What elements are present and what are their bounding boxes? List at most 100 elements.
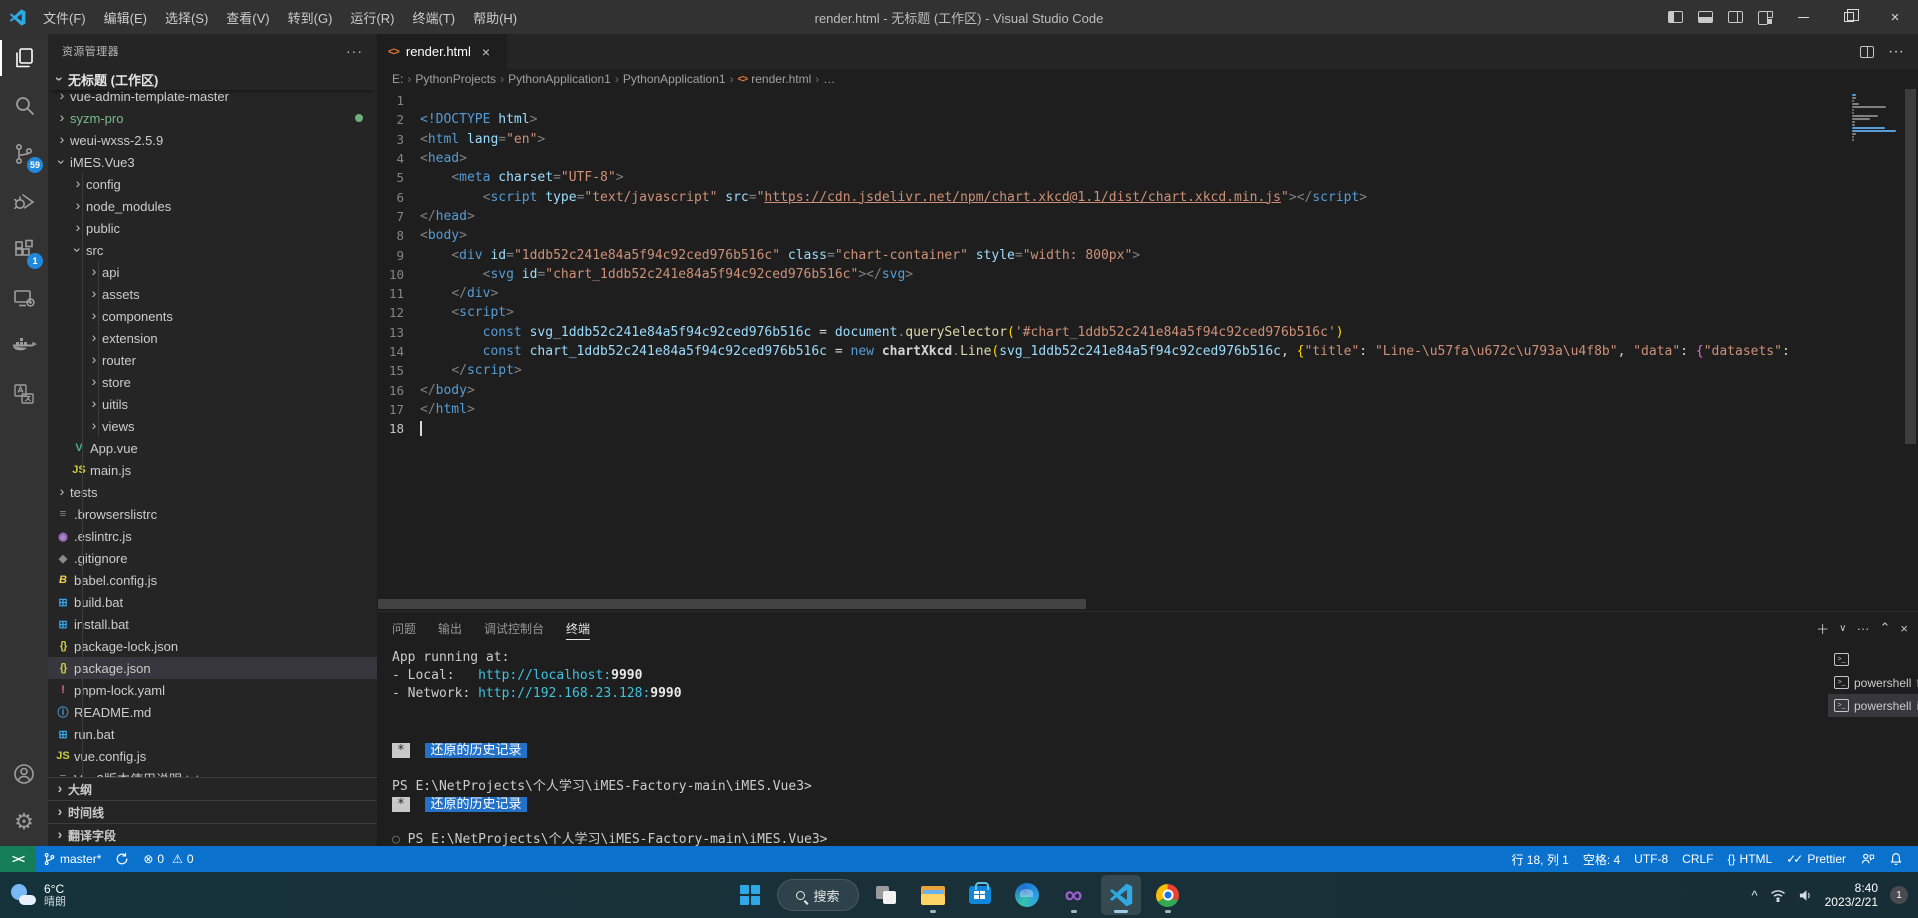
terminal-instance-2[interactable]: >_powershellfr…	[1828, 671, 1918, 694]
remote-indicator[interactable]: ><	[0, 846, 36, 872]
breadcrumb-symbol-tail[interactable]: …	[823, 72, 835, 86]
explorer-icon[interactable]	[0, 34, 48, 82]
tree-item-gitignore[interactable]: ◆.gitignore	[48, 547, 377, 569]
encoding[interactable]: UTF-8	[1627, 846, 1675, 872]
extensions-icon[interactable]: 1	[0, 226, 48, 274]
settings-gear-icon[interactable]: ⚙	[0, 798, 48, 846]
menu-g[interactable]: 转到(G)	[279, 0, 342, 34]
speaker-icon[interactable]	[1798, 889, 1813, 902]
breadcrumb[interactable]: E:›PythonProjects›PythonApplication1›Pyt…	[378, 69, 1918, 89]
tree-item-vue-admin-template-master[interactable]: ›vue-admin-template-master	[48, 90, 377, 107]
menu-v[interactable]: 查看(V)	[217, 0, 278, 34]
panel-tab-item[interactable]: 调试控制台	[484, 612, 544, 644]
panel-tab-item[interactable]: 终端	[566, 612, 590, 644]
tree-item-vue3-txt[interactable]: ≡Vue3版本使用说明.txt	[48, 767, 377, 777]
tree-item-browserslistrc[interactable]: ≡.browserslistrc	[48, 503, 377, 525]
tree-item-syzm-pro[interactable]: ›syzm-pro	[48, 107, 377, 129]
new-terminal-icon[interactable]: ＋	[1816, 619, 1829, 638]
eol-sequence[interactable]: CRLF	[1675, 846, 1720, 872]
language-mode[interactable]: {} HTML	[1721, 846, 1780, 872]
tree-item-run-bat[interactable]: ⊞run.bat	[48, 723, 377, 745]
panel-tab-item[interactable]: 问题	[392, 612, 416, 644]
editor-more-actions-icon[interactable]: ···	[1888, 43, 1904, 61]
taskbar-search[interactable]: 搜索	[777, 879, 858, 911]
terminal-output[interactable]: App running at:- Local: http://localhost…	[378, 644, 1828, 846]
breadcrumb-file[interactable]: render.html	[751, 72, 811, 86]
panel-more-icon[interactable]: ···	[1857, 621, 1870, 636]
tree-item-imes-vue3[interactable]: ›iMES.Vue3	[48, 151, 377, 173]
task-view-button[interactable]	[866, 875, 906, 915]
menu-s[interactable]: 选择(S)	[156, 0, 217, 34]
source-control-icon[interactable]: 59	[0, 130, 48, 178]
tree-item-package-json[interactable]: {}package.json	[48, 657, 377, 679]
close-panel-icon[interactable]: ×	[1900, 621, 1908, 636]
tree-item-install-bat[interactable]: ⊞install.bat	[48, 613, 377, 635]
vscode-button[interactable]	[1101, 875, 1141, 915]
tree-item-vue-config-js[interactable]: JSvue.config.js	[48, 745, 377, 767]
split-editor-icon[interactable]	[1860, 46, 1874, 58]
menu-t[interactable]: 终端(T)	[403, 0, 464, 34]
remote-explorer-icon[interactable]	[0, 274, 48, 322]
tree-item-babel-config-js[interactable]: Bbabel.config.js	[48, 569, 377, 591]
maximize-panel-icon[interactable]: ⌃	[1880, 620, 1891, 636]
terminal-dropdown-icon[interactable]: ∨	[1839, 623, 1846, 634]
microsoft-store-button[interactable]	[960, 875, 1000, 915]
chrome-button[interactable]	[1148, 875, 1188, 915]
menu-e[interactable]: 编辑(E)	[95, 0, 156, 34]
minimize-button[interactable]	[1780, 0, 1826, 34]
tree-item-pnpm-lock-yaml[interactable]: !pnpm-lock.yaml	[48, 679, 377, 701]
workspace-header[interactable]: › 无标题 (工作区)	[48, 68, 377, 90]
minimap[interactable]	[1852, 91, 1900, 147]
section-item[interactable]: ›大纲	[48, 777, 377, 800]
indentation[interactable]: 空格: 4	[1576, 846, 1627, 872]
horizontal-scrollbar[interactable]	[378, 599, 1086, 609]
restore-button[interactable]	[1826, 0, 1872, 34]
taskbar-clock[interactable]: 8:40 2023/2/21	[1825, 881, 1878, 909]
tree-item-config[interactable]: ›config	[48, 173, 377, 195]
section-item[interactable]: ›时间线	[48, 800, 377, 823]
accounts-icon[interactable]	[0, 750, 48, 798]
formatter-status[interactable]: ✓✓ Prettier	[1779, 846, 1853, 872]
terminal-instance-1[interactable]: >_	[1828, 648, 1918, 671]
tree-item-eslintrc-js[interactable]: ◉.eslintrc.js	[48, 525, 377, 547]
explorer-more-icon[interactable]: ···	[346, 43, 363, 59]
breadcrumb-pythonapplication1[interactable]: PythonApplication1	[623, 72, 726, 86]
panel-tab-item[interactable]: 输出	[438, 612, 462, 644]
problems-status[interactable]: ⊗0 ⚠0	[136, 846, 200, 872]
tree-item-readme-md[interactable]: ⓘREADME.md	[48, 701, 377, 723]
tree-item-src[interactable]: ›src	[48, 239, 377, 261]
breadcrumb-pythonapplication1[interactable]: PythonApplication1	[508, 72, 611, 86]
weather-widget[interactable]: 6°C 晴朗	[10, 882, 66, 909]
breadcrumb-e[interactable]: E:	[392, 72, 403, 86]
code-editor[interactable]: 12<!DOCTYPE html>3<html lang="en">4<head…	[378, 89, 1918, 611]
edge-button[interactable]	[1007, 875, 1047, 915]
breadcrumb-pythonprojects[interactable]: PythonProjects	[415, 72, 496, 86]
sync-button[interactable]	[108, 846, 136, 872]
feedback-button[interactable]	[1853, 846, 1882, 872]
notification-count-badge[interactable]: 1	[1890, 886, 1908, 904]
toggle-sidebar-icon[interactable]	[1660, 0, 1690, 34]
terminal-instance-3[interactable]: >_powershelli…	[1828, 694, 1918, 717]
tree-item-weui-wxss-2-5-9[interactable]: ›weui-wxss-2.5.9	[48, 129, 377, 151]
tree-item-main-js[interactable]: JSmain.js	[48, 459, 377, 481]
menu-h[interactable]: 帮助(H)	[464, 0, 526, 34]
menu-r[interactable]: 运行(R)	[341, 0, 403, 34]
git-branch[interactable]: master*	[36, 846, 108, 872]
menu-f[interactable]: 文件(F)	[34, 0, 95, 34]
cursor-position[interactable]: 行 18, 列 1	[1504, 846, 1575, 872]
translate-icon[interactable]	[0, 370, 48, 418]
tab-close-icon[interactable]: ×	[482, 44, 490, 60]
tab-render-html[interactable]: <> render.html ×	[378, 34, 508, 69]
close-button[interactable]: ×	[1872, 0, 1918, 34]
tree-item-public[interactable]: ›public	[48, 217, 377, 239]
docker-icon[interactable]	[0, 322, 48, 370]
tree-item-tests[interactable]: ›tests	[48, 481, 377, 503]
tree-item-build-bat[interactable]: ⊞build.bat	[48, 591, 377, 613]
customize-layout-icon[interactable]	[1750, 0, 1780, 34]
start-button[interactable]	[730, 875, 770, 915]
visual-studio-button[interactable]: ∞	[1054, 875, 1094, 915]
tray-overflow-chevron[interactable]: ^	[1752, 888, 1758, 903]
section-item[interactable]: ›翻译字段	[48, 823, 377, 846]
search-icon[interactable]	[0, 82, 48, 130]
run-debug-icon[interactable]	[0, 178, 48, 226]
